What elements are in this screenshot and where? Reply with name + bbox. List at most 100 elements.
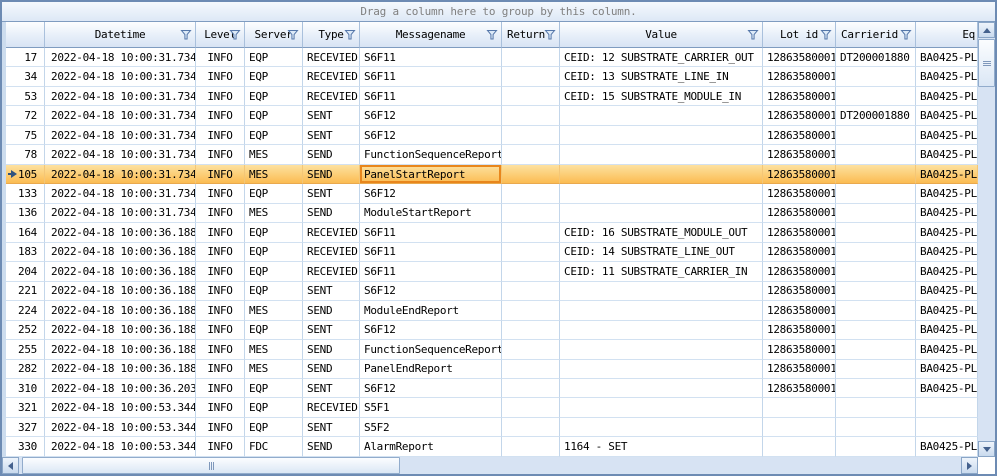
cell-messagename[interactable]: S6F11 <box>360 87 502 106</box>
cell-eq[interactable]: BA0425-PLA <box>916 340 978 359</box>
cell-messagename[interactable]: S6F12 <box>360 126 502 145</box>
cell-server[interactable]: EQP <box>245 126 303 145</box>
table-row[interactable]: 782022-04-18 10:00:31.734INFOMESSENDFunc… <box>6 145 978 164</box>
cell-type[interactable]: SENT <box>303 282 360 301</box>
cell-return[interactable] <box>502 243 560 262</box>
cell-value[interactable] <box>560 106 763 125</box>
scroll-left-button[interactable] <box>2 457 19 474</box>
row-indicator-cell[interactable]: 310 <box>6 379 45 398</box>
cell-eq[interactable] <box>916 398 978 417</box>
cell-level[interactable]: INFO <box>196 165 245 184</box>
cell-level[interactable]: INFO <box>196 301 245 320</box>
row-indicator-cell[interactable]: 183 <box>6 243 45 262</box>
row-indicator-cell[interactable]: 282 <box>6 360 45 379</box>
cell-messagename[interactable]: S6F12 <box>360 184 502 203</box>
cell-eq[interactable]: BA0425-PLA <box>916 48 978 67</box>
cell-eq[interactable]: BA0425-PLA <box>916 87 978 106</box>
cell-level[interactable]: INFO <box>196 223 245 242</box>
cell-eq[interactable]: BA0425-PLA <box>916 204 978 223</box>
cell-carrierid[interactable]: DT200001880 <box>836 106 916 125</box>
table-row[interactable]: 3302022-04-18 10:00:53.344INFOFDCSENDAla… <box>6 437 978 456</box>
cell-eq[interactable]: BA0425-PLA <box>916 262 978 281</box>
cell-type[interactable]: SEND <box>303 145 360 164</box>
cell-return[interactable] <box>502 165 560 184</box>
cell-type[interactable]: SEND <box>303 204 360 223</box>
cell-carrierid[interactable] <box>836 379 916 398</box>
cell-type[interactable]: SEND <box>303 437 360 456</box>
cell-value[interactable] <box>560 126 763 145</box>
row-indicator-cell[interactable]: 17 <box>6 48 45 67</box>
focused-cell[interactable]: PanelStartReport <box>360 165 502 184</box>
group-by-panel[interactable]: Drag a column here to group by this colu… <box>2 2 995 22</box>
cell-datetime[interactable]: 2022-04-18 10:00:31.734 <box>45 165 196 184</box>
cell-lotid[interactable]: 12863580001B <box>763 223 836 242</box>
cell-level[interactable]: INFO <box>196 145 245 164</box>
column-header-type[interactable]: Type <box>303 22 360 48</box>
cell-carrierid[interactable] <box>836 398 916 417</box>
column-header-messagename[interactable]: Messagename <box>360 22 502 48</box>
cell-return[interactable] <box>502 48 560 67</box>
row-indicator-cell[interactable]: 133 <box>6 184 45 203</box>
cell-value[interactable] <box>560 301 763 320</box>
scroll-up-button[interactable] <box>978 22 995 38</box>
cell-value[interactable] <box>560 165 763 184</box>
cell-lotid[interactable]: 12863580001B <box>763 87 836 106</box>
cell-datetime[interactable]: 2022-04-18 10:00:36.188 <box>45 360 196 379</box>
cell-server[interactable]: MES <box>245 165 303 184</box>
filter-funnel-icon[interactable] <box>486 29 498 41</box>
cell-return[interactable] <box>502 360 560 379</box>
cell-server[interactable]: EQP <box>245 282 303 301</box>
cell-lotid[interactable]: 12863580001B <box>763 282 836 301</box>
cell-type[interactable]: SENT <box>303 321 360 340</box>
cell-carrierid[interactable] <box>836 204 916 223</box>
cell-return[interactable] <box>502 126 560 145</box>
cell-carrierid[interactable] <box>836 165 916 184</box>
cell-carrierid[interactable] <box>836 87 916 106</box>
cell-value[interactable] <box>560 360 763 379</box>
scroll-right-button[interactable] <box>961 457 978 474</box>
row-indicator-cell[interactable]: 136 <box>6 204 45 223</box>
vertical-scrollbar-thumb[interactable] <box>978 39 995 87</box>
cell-eq[interactable]: BA0425-PLA <box>916 360 978 379</box>
cell-carrierid[interactable] <box>836 282 916 301</box>
cell-value[interactable] <box>560 379 763 398</box>
cell-datetime[interactable]: 2022-04-18 10:00:36.188 <box>45 223 196 242</box>
table-row[interactable]: 722022-04-18 10:00:31.734INFOEQPSENTS6F1… <box>6 106 978 125</box>
cell-return[interactable] <box>502 301 560 320</box>
cell-type[interactable]: SENT <box>303 106 360 125</box>
table-row[interactable]: 1642022-04-18 10:00:36.188INFOEQPRECEVIE… <box>6 223 978 242</box>
cell-carrierid[interactable] <box>836 437 916 456</box>
row-indicator-cell[interactable]: 224 <box>6 301 45 320</box>
table-row[interactable]: 3212022-04-18 10:00:53.344INFOEQPRECEVIE… <box>6 398 978 417</box>
cell-value[interactable] <box>560 418 763 437</box>
row-indicator-cell[interactable]: 321 <box>6 398 45 417</box>
cell-eq[interactable]: BA0425-PLA <box>916 126 978 145</box>
cell-messagename[interactable]: PanelEndReport <box>360 360 502 379</box>
cell-datetime[interactable]: 2022-04-18 10:00:36.188 <box>45 321 196 340</box>
cell-carrierid[interactable] <box>836 145 916 164</box>
cell-lotid[interactable]: 12863580001B <box>763 204 836 223</box>
filter-funnel-icon[interactable] <box>544 29 556 41</box>
cell-return[interactable] <box>502 204 560 223</box>
cell-level[interactable]: INFO <box>196 67 245 86</box>
cell-datetime[interactable]: 2022-04-18 10:00:31.734 <box>45 145 196 164</box>
column-header-row-indicator[interactable] <box>6 22 45 48</box>
cell-value[interactable] <box>560 321 763 340</box>
cell-type[interactable]: RECEVIED <box>303 87 360 106</box>
cell-type[interactable]: SEND <box>303 301 360 320</box>
cell-type[interactable]: SENT <box>303 126 360 145</box>
cell-return[interactable] <box>502 321 560 340</box>
cell-messagename[interactable]: S6F11 <box>360 67 502 86</box>
cell-lotid[interactable]: 12863580001B <box>763 106 836 125</box>
cell-type[interactable]: SEND <box>303 165 360 184</box>
table-row[interactable]: 3272022-04-18 10:00:53.344INFOEQPSENTS5F… <box>6 418 978 437</box>
cell-datetime[interactable]: 2022-04-18 10:00:36.188 <box>45 301 196 320</box>
row-indicator-cell[interactable]: 78 <box>6 145 45 164</box>
cell-datetime[interactable]: 2022-04-18 10:00:31.734 <box>45 48 196 67</box>
cell-eq[interactable]: BA0425-PLA <box>916 282 978 301</box>
cell-return[interactable] <box>502 87 560 106</box>
row-indicator-cell[interactable]: 221 <box>6 282 45 301</box>
cell-value[interactable] <box>560 398 763 417</box>
table-row[interactable]: 342022-04-18 10:00:31.734INFOEQPRECEVIED… <box>6 67 978 86</box>
cell-eq[interactable]: BA0425-PLA <box>916 165 978 184</box>
